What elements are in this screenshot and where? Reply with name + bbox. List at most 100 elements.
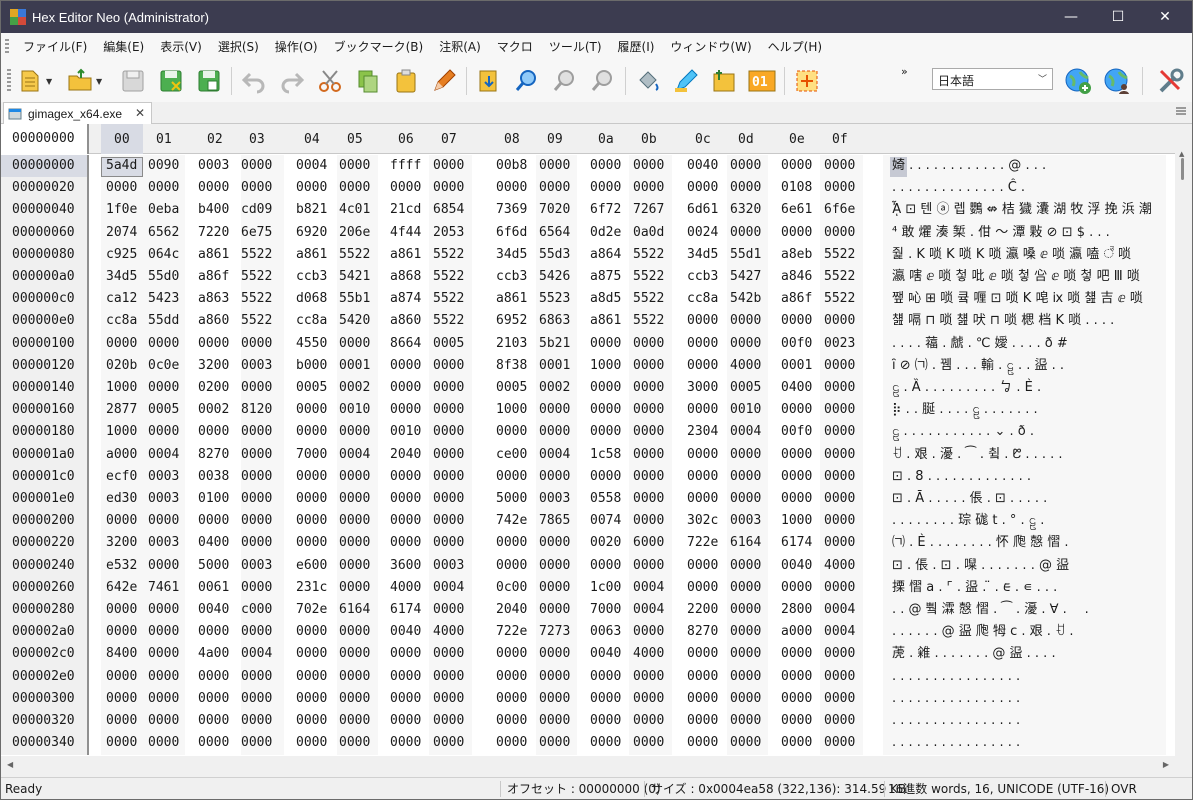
hex-word[interactable]: 0000 <box>824 177 855 199</box>
fill-button[interactable] <box>632 65 664 97</box>
hex-word[interactable]: 0000 <box>148 688 179 710</box>
hex-word[interactable]: 0040 <box>590 643 621 665</box>
hex-word[interactable]: a863 <box>198 288 229 310</box>
hex-word[interactable]: cd09 <box>241 199 272 221</box>
hex-word[interactable]: ccb3 <box>296 266 327 288</box>
hex-word[interactable]: a861 <box>590 310 621 332</box>
hex-word[interactable]: 0002 <box>539 377 570 399</box>
hex-word[interactable]: 0000 <box>496 643 527 665</box>
hex-word[interactable]: 0000 <box>730 333 761 355</box>
hex-word[interactable]: 0000 <box>433 377 464 399</box>
open-button[interactable]: ▼ <box>67 65 111 97</box>
hex-word[interactable]: 0000 <box>590 399 621 421</box>
column-header-11[interactable]: 0b <box>641 132 657 147</box>
text-row[interactable]: ဠ . Ȁ . . . . . . . . . ㆠ . Ѐ . <box>892 377 1041 399</box>
find-next-button[interactable] <box>549 65 581 97</box>
save-as-button[interactable] <box>155 65 187 97</box>
row-offset[interactable]: 00000060 <box>1 222 87 244</box>
hex-word[interactable]: cc8a <box>296 310 327 332</box>
hex-word[interactable]: 6000 <box>633 532 664 554</box>
hex-word[interactable]: 0000 <box>339 688 370 710</box>
hex-word[interactable]: a8d5 <box>590 288 621 310</box>
row-offset[interactable]: 000000a0 <box>1 266 87 288</box>
hex-word[interactable]: 0000 <box>590 732 621 754</box>
hex-word[interactable]: 0000 <box>433 444 464 466</box>
hex-word[interactable]: 8400 <box>106 643 137 665</box>
row-offset[interactable]: 00000020 <box>1 177 87 199</box>
hex-word[interactable]: 0d2e <box>590 222 621 244</box>
hex-word[interactable]: 6d61 <box>687 199 718 221</box>
hex-word[interactable]: 0061 <box>198 577 229 599</box>
hex-word[interactable]: 4000 <box>390 577 421 599</box>
menu-tools[interactable]: ツール(T) <box>541 36 610 58</box>
hex-word[interactable]: 0eba <box>148 199 179 221</box>
hex-word[interactable]: 0000 <box>730 310 761 332</box>
hex-word[interactable]: 0000 <box>106 177 137 199</box>
hex-word[interactable]: 0040 <box>687 155 718 177</box>
hex-word[interactable]: 3200 <box>106 532 137 554</box>
hex-word[interactable]: 0000 <box>781 222 812 244</box>
hex-word[interactable]: 3200 <box>198 355 229 377</box>
hex-word[interactable]: 7000 <box>590 599 621 621</box>
hex-word[interactable]: 0000 <box>296 732 327 754</box>
hex-word[interactable]: 6920 <box>296 222 327 244</box>
hex-word[interactable]: 0000 <box>590 710 621 732</box>
hex-word[interactable]: 0a0d <box>633 222 664 244</box>
hex-word[interactable]: 0040 <box>781 555 812 577</box>
hex-word[interactable]: 0000 <box>730 488 761 510</box>
hex-word[interactable]: 0000 <box>339 621 370 643</box>
hex-word[interactable]: 0004 <box>539 444 570 466</box>
menu-macro[interactable]: マクロ <box>489 36 541 58</box>
hex-word[interactable]: 0000 <box>148 555 179 577</box>
hex-word[interactable]: 1000 <box>496 399 527 421</box>
text-row[interactable]: . . @ 쀀 瀮 慤 慴 . ⁀ . 瀀 . ∀ . ⠀ . <box>892 599 1089 621</box>
hex-word[interactable]: 2074 <box>106 222 137 244</box>
hex-word[interactable]: 0000 <box>198 710 229 732</box>
hex-word[interactable]: 1c00 <box>590 577 621 599</box>
hex-word[interactable]: 0000 <box>241 444 272 466</box>
hex-word[interactable]: 8f38 <box>496 355 527 377</box>
insert-button[interactable] <box>708 65 740 97</box>
text-row[interactable]: . . . . . . . . . . . . . . . . <box>892 666 1020 688</box>
hex-word[interactable]: 0000 <box>198 688 229 710</box>
hex-word[interactable]: 0000 <box>824 444 855 466</box>
row-offset[interactable]: 00000080 <box>1 244 87 266</box>
hex-word[interactable]: 0000 <box>824 466 855 488</box>
hex-word[interactable]: ffff <box>390 155 421 177</box>
hex-word[interactable]: 0000 <box>539 666 570 688</box>
hex-word[interactable]: 0000 <box>781 577 812 599</box>
hex-word[interactable]: 0558 <box>590 488 621 510</box>
row-offset[interactable]: 00000200 <box>1 510 87 532</box>
text-row[interactable]: ꀀ . 艰 . 瀀 . ⁀ . 츀 . ᱘ . . . . . <box>892 444 1063 466</box>
hex-word[interactable]: 0000 <box>633 155 664 177</box>
hex-word[interactable]: 5b21 <box>539 333 570 355</box>
hex-word[interactable]: a864 <box>590 244 621 266</box>
hex-word[interactable]: 0000 <box>633 710 664 732</box>
hex-word[interactable]: 0000 <box>106 333 137 355</box>
hex-word[interactable]: 0000 <box>539 710 570 732</box>
hex-word[interactable]: 0000 <box>106 599 137 621</box>
hex-word[interactable]: 0000 <box>824 732 855 754</box>
text-row[interactable]: ⁴ 敢 爠 湊 椠 . 佄 ～ 潭 敤 ⊘ ⊡ $ . . . <box>892 222 1110 244</box>
hex-word[interactable]: 0000 <box>390 688 421 710</box>
hex-word[interactable]: 0000 <box>730 177 761 199</box>
hex-word[interactable]: 0000 <box>633 444 664 466</box>
hex-word[interactable]: 0000 <box>433 599 464 621</box>
hex-word[interactable]: 2200 <box>687 599 718 621</box>
hex-word[interactable]: 0000 <box>824 643 855 665</box>
hex-word[interactable]: 542b <box>730 288 761 310</box>
hex-word[interactable]: 0000 <box>730 732 761 754</box>
hex-word[interactable]: 742e <box>496 510 527 532</box>
column-header-13[interactable]: 0d <box>738 132 754 147</box>
hex-word[interactable]: 0000 <box>730 621 761 643</box>
hex-word[interactable]: 0000 <box>496 532 527 554</box>
copy-button[interactable] <box>352 65 384 97</box>
hex-word[interactable]: 0000 <box>339 555 370 577</box>
hex-word[interactable]: 0005 <box>730 377 761 399</box>
hex-word[interactable]: 0000 <box>633 666 664 688</box>
hex-word[interactable]: 0000 <box>241 621 272 643</box>
cut-button[interactable] <box>314 65 346 97</box>
column-header-5[interactable]: 05 <box>347 132 363 147</box>
hex-word[interactable]: 55b1 <box>339 288 370 310</box>
hex-word[interactable]: 0000 <box>687 355 718 377</box>
